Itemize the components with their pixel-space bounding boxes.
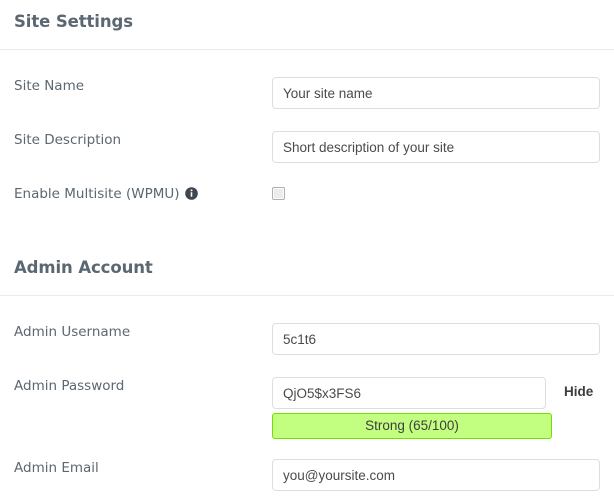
admin-username-input[interactable]: [272, 323, 600, 355]
settings-page: Site Settings Site Name Site Description…: [0, 0, 614, 504]
field-wrap-admin-username: [272, 323, 614, 355]
field-row-admin-username: Admin Username: [0, 323, 614, 355]
label-admin-email: Admin Email: [14, 460, 99, 476]
field-row-site-description: Site Description: [0, 131, 614, 163]
label-enable-multisite: Enable Multisite (WPMU): [0, 185, 272, 203]
site-settings-divider: [0, 49, 614, 50]
site-settings-heading: Site Settings: [0, 12, 614, 31]
section-title-admin-account: Admin Account: [14, 258, 153, 277]
info-icon[interactable]: [184, 187, 198, 200]
password-strength-meter: Strong (65/100): [272, 413, 552, 439]
admin-account-divider: [0, 295, 614, 296]
field-row-site-name: Site Name: [0, 77, 614, 109]
label-enable-multisite-text: Enable Multisite (WPMU): [14, 186, 180, 202]
field-row-admin-email: Admin Email: [0, 459, 614, 491]
label-site-description: Site Description: [14, 132, 122, 148]
field-row-admin-password: Admin Password Hide Strong (65/100): [0, 377, 614, 439]
field-row-enable-multisite: Enable Multisite (WPMU): [0, 185, 614, 203]
toggle-password-visibility-button[interactable]: Hide: [564, 384, 593, 399]
label-admin-password: Admin Password: [14, 378, 125, 394]
site-name-input[interactable]: [272, 77, 600, 109]
field-wrap-site-name: [272, 77, 614, 109]
field-wrap-admin-password: Hide Strong (65/100): [272, 377, 614, 439]
field-wrap-site-description: [272, 131, 614, 163]
field-wrap-admin-email: [272, 459, 614, 491]
site-description-input[interactable]: [272, 131, 600, 163]
section-title-site-settings: Site Settings: [14, 12, 133, 31]
label-admin-username: Admin Username: [14, 324, 131, 340]
admin-account-heading: Admin Account: [0, 258, 614, 277]
enable-multisite-checkbox[interactable]: [272, 187, 285, 201]
admin-email-input[interactable]: [272, 459, 600, 491]
admin-password-input[interactable]: [272, 377, 546, 409]
label-site-name: Site Name: [14, 78, 85, 94]
field-wrap-enable-multisite: [272, 185, 614, 203]
